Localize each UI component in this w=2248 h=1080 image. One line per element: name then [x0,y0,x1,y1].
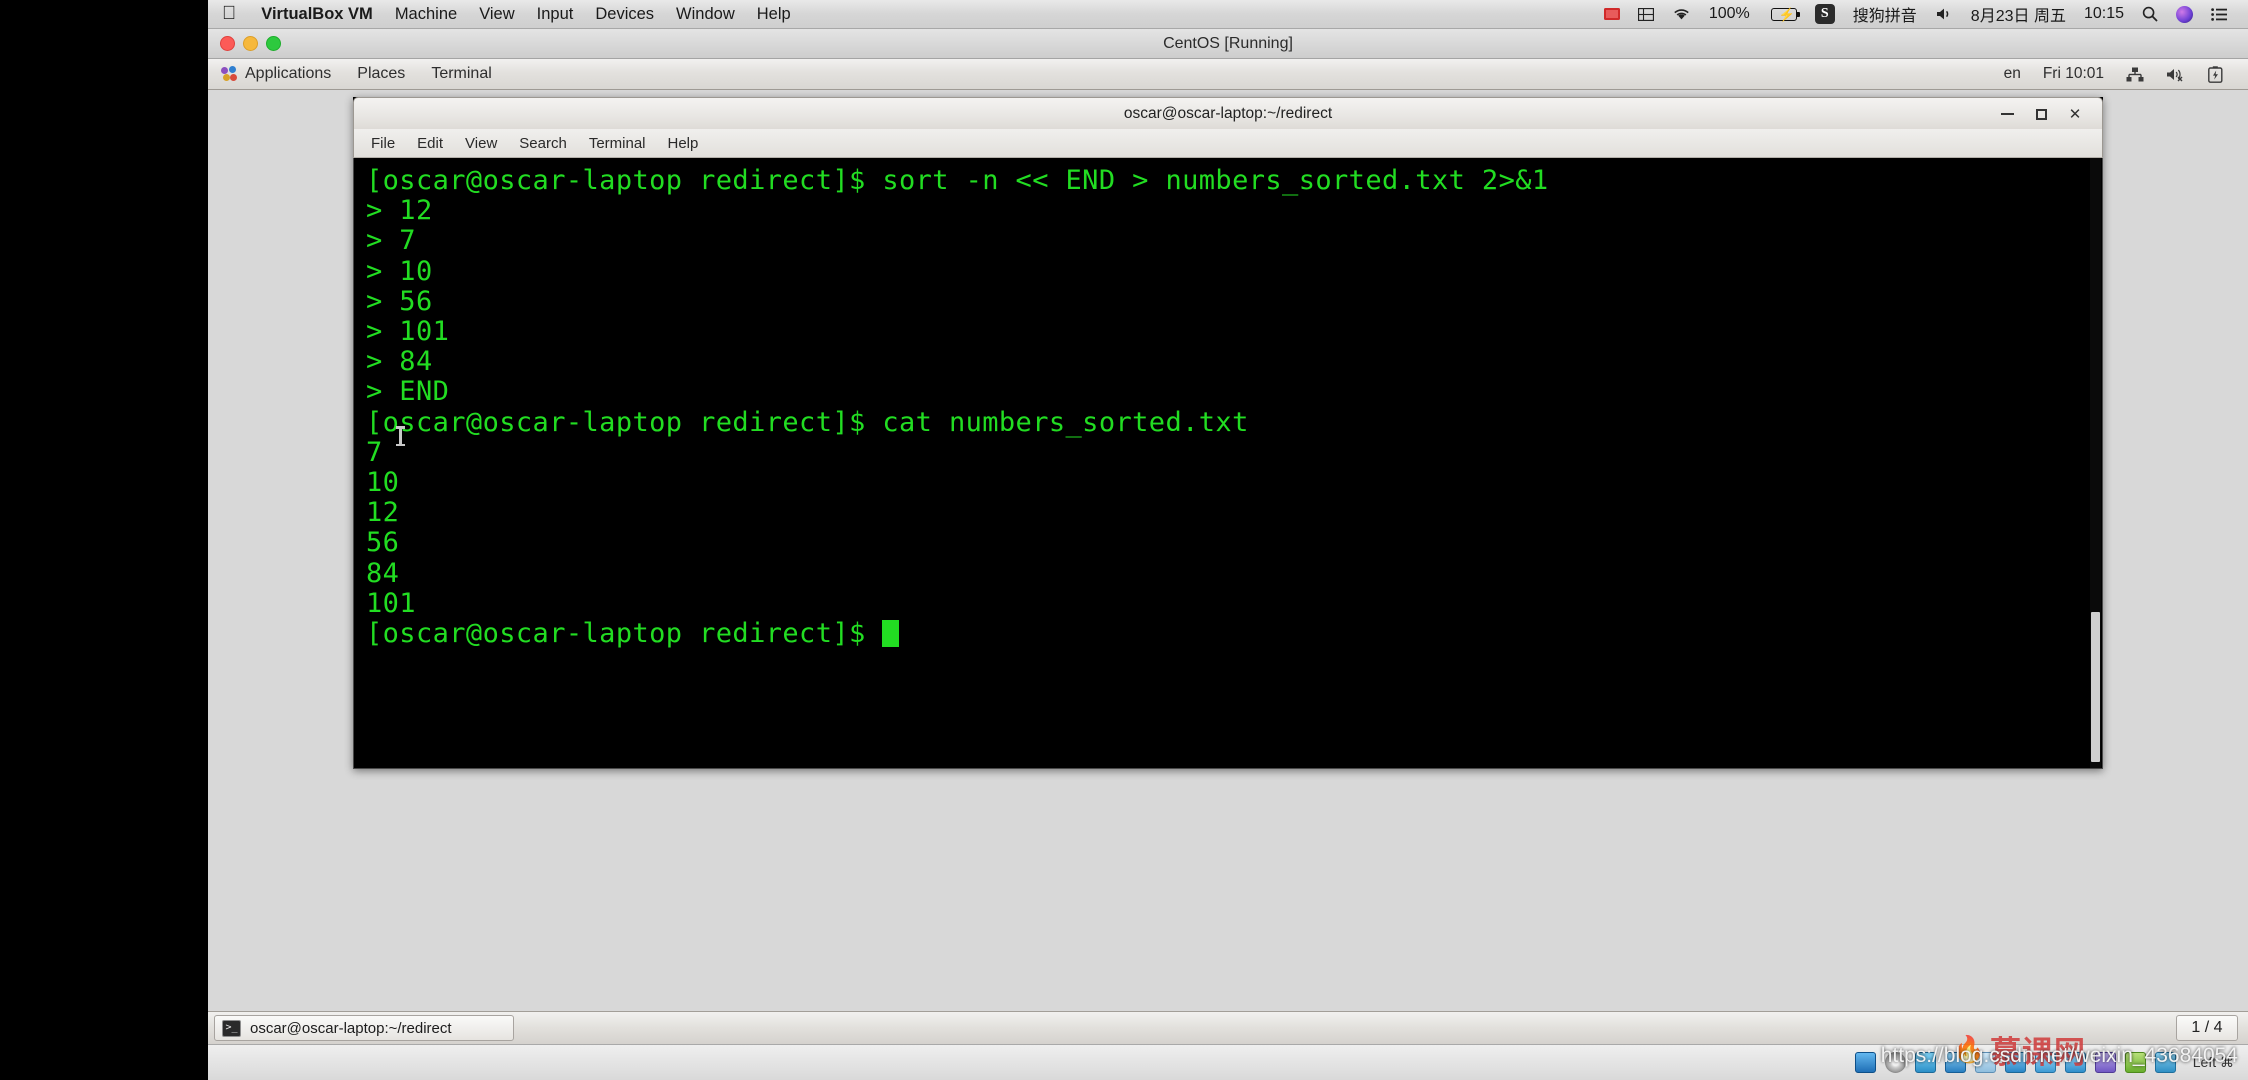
terminal-icon: >_ [222,1019,241,1037]
input-method-label[interactable]: 搜狗拼音 [1844,2,1926,26]
terminal-window-controls: ✕ [1990,98,2092,130]
spotlight-search-icon[interactable] [2133,6,2167,22]
terminal-line: > END [366,376,450,408]
screen-root:  VirtualBox VM Machine View Input Devic… [0,0,2248,1080]
workspace-switcher[interactable]: 1 / 4 [2176,1015,2238,1041]
battery-icon[interactable]: ⚡ [1759,7,1806,22]
mac-menu-help[interactable]: Help [746,5,802,24]
siri-icon[interactable] [2167,5,2202,23]
terminal-line: > 56 [366,285,433,317]
terminal-minimize-button[interactable] [1990,98,2024,130]
control-center-icon[interactable] [2202,7,2236,21]
terminal-line: > 101 [366,316,450,348]
screen-record-icon[interactable] [1595,7,1629,21]
terminal-line: 12 [366,497,400,529]
terminal-menu-help[interactable]: Help [657,135,710,152]
gnome-menu-terminal[interactable]: Terminal [418,65,504,83]
terminal-menu-view[interactable]: View [454,135,508,152]
input-method-icon[interactable]: S [1806,4,1844,24]
terminal-line: > 84 [366,346,433,378]
terminal-line: 10 [366,467,400,499]
gnome-panel-status: en Fri 10:01 [1993,65,2248,83]
virtualbox-window-title: CentOS [Running] [1163,34,1293,52]
terminal-window-title: oscar@oscar-laptop:~/redirect [1123,104,1333,122]
wifi-icon[interactable] [1663,7,1700,21]
terminal-line: 56 [366,527,400,559]
virtualbox-window: CentOS [Running] Applications Places Ter… [208,29,2248,1080]
volume-muted-icon[interactable] [2155,67,2197,82]
gnome-bottom-taskbar: >_ oscar@oscar-laptop:~/redirect 1 / 4 [208,1011,2248,1044]
gnome-top-panel: Applications Places Terminal en Fri 10:0… [208,59,2248,90]
terminal-maximize-button[interactable] [2024,98,2058,130]
sogou-badge: S [1814,4,1835,24]
terminal-menu-edit[interactable]: Edit [406,135,454,152]
gnome-clock[interactable]: Fri 10:01 [2032,65,2115,83]
terminal-menubar: File Edit View Search Terminal Help [353,129,2103,158]
hard-disk-icon[interactable] [1854,1052,1876,1073]
taskbar-window-button-terminal[interactable]: >_ oscar@oscar-laptop:~/redirect [214,1015,514,1041]
terminal-line: > 7 [366,225,416,257]
terminal-line: > 10 [366,255,433,287]
terminal-window: oscar@oscar-laptop:~/redirect ✕ File Edi… [353,97,2103,769]
terminal-titlebar[interactable]: oscar@oscar-laptop:~/redirect ✕ [353,97,2103,129]
apple-menu-icon[interactable]:  [208,4,250,23]
battery-icon[interactable] [2197,65,2234,83]
terminal-menu-file[interactable]: File [360,135,406,152]
gnome-menu-places[interactable]: Places [344,65,418,83]
macos-menubar:  VirtualBox VM Machine View Input Devic… [208,0,2248,29]
terminal-line: 101 [366,587,416,619]
terminal-close-button[interactable]: ✕ [2058,98,2092,130]
mac-menu-devices[interactable]: Devices [584,5,665,24]
terminal-screen[interactable]: [oscar@oscar-laptop redirect]$ sort -n <… [353,158,2103,769]
terminal-line: [oscar@oscar-laptop redirect]$ cat numbe… [366,406,1249,438]
watermark-url: https://blog.csdn.net/weixin_43684054 [1880,1044,2238,1067]
terminal-scrollbar-thumb[interactable] [2091,612,2100,762]
mac-menu-virtualbox-vm[interactable]: VirtualBox VM [250,5,384,24]
terminal-active-prompt-line: [oscar@oscar-laptop redirect]$ [366,618,2102,650]
macos-status-items: 100% ⚡ S 搜狗拼音 8月23日 周五 10:15 [1595,2,2248,26]
terminal-line: 84 [366,557,400,589]
taskbar-window-label: oscar@oscar-laptop:~/redirect [250,1019,452,1037]
mac-menu-input[interactable]: Input [526,5,585,24]
battery-percent-label: 100% [1708,5,1750,22]
terminal-scrollbar-track[interactable] [2090,158,2101,768]
mac-menu-view[interactable]: View [468,5,525,24]
virtualbox-titlebar[interactable]: CentOS [Running] [208,29,2248,59]
applications-label: Applications [245,65,332,82]
terminal-menu-terminal[interactable]: Terminal [578,135,657,152]
workspace-indicator-label: 1 / 4 [2191,1019,2223,1036]
terminal-prompt: [oscar@oscar-laptop redirect]$ [366,618,883,650]
mac-menu-machine[interactable]: Machine [384,5,468,24]
mac-menu-window[interactable]: Window [665,5,746,24]
applications-icon [221,65,238,83]
mouse-cursor-ibeam [396,426,405,446]
desktop-left-gutter [0,0,208,1080]
terminal-line: > 12 [366,195,433,227]
terminal-line: 7 [366,436,383,468]
gnome-menu-applications[interactable]: Applications [208,65,344,83]
terminal-line: [oscar@oscar-laptop redirect]$ sort -n <… [366,165,1549,196]
network-icon[interactable] [2115,67,2155,82]
menubar-date: 8月23日 周五 [1970,8,2066,25]
display-grid-icon[interactable] [1629,7,1663,21]
menubar-time: 10:15 [2083,5,2124,22]
keyboard-layout-indicator[interactable]: en [1993,65,2032,83]
terminal-cursor [882,620,900,648]
terminal-menu-search[interactable]: Search [508,135,578,152]
volume-icon[interactable] [1926,7,1962,21]
